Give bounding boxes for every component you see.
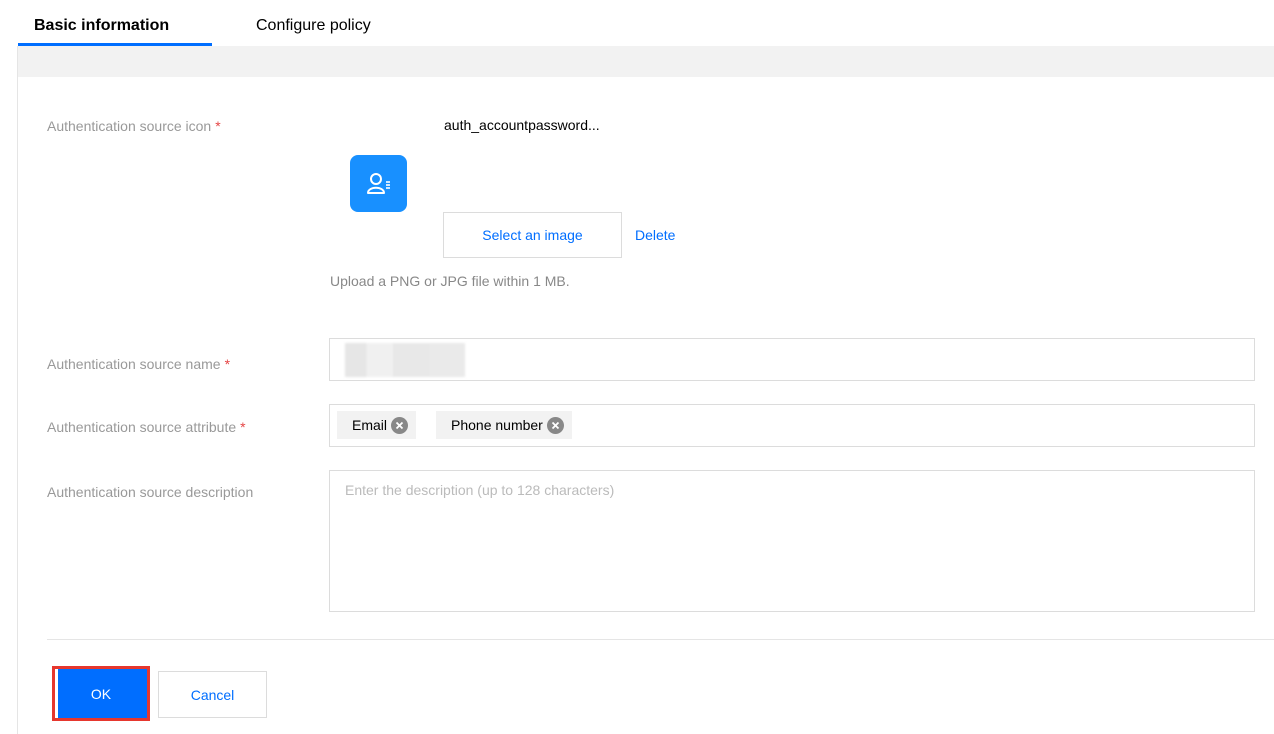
icon-label: Authentication source icon *: [47, 117, 221, 135]
close-icon[interactable]: [546, 416, 564, 434]
ok-button[interactable]: OK: [52, 666, 150, 721]
tag-label: Phone number: [451, 417, 543, 433]
attribute-label: Authentication source attribute *: [47, 418, 246, 436]
attribute-tag-email: Email: [337, 411, 417, 439]
tab-basic-information[interactable]: Basic information: [34, 16, 169, 36]
description-placeholder: Enter the description (up to 128 charact…: [345, 482, 615, 498]
redacted-name-value: [345, 343, 465, 377]
required-mark: *: [215, 118, 221, 134]
name-label-text: Authentication source name: [47, 356, 221, 372]
attribute-label-text: Authentication source attribute: [47, 419, 237, 435]
description-label: Authentication source description: [47, 484, 254, 500]
name-label: Authentication source name *: [47, 355, 230, 373]
tab-bar: Basic information Configure policy: [18, 0, 1274, 46]
required-mark: *: [224, 356, 231, 372]
icon-label-text: Authentication source icon: [47, 118, 212, 134]
close-icon[interactable]: [391, 416, 409, 434]
tab-configure-policy[interactable]: Configure policy: [256, 16, 371, 36]
icon-file-name: auth_accountpassword...: [444, 117, 600, 133]
upload-hint: Upload a PNG or JPG file within 1 MB.: [330, 273, 570, 289]
cancel-button[interactable]: Cancel: [158, 671, 267, 718]
name-input[interactable]: [329, 338, 1255, 381]
user-list-icon: [350, 155, 407, 212]
delete-image-link[interactable]: Delete: [635, 227, 675, 243]
tag-label: Email: [352, 417, 388, 433]
select-image-button[interactable]: Select an image: [443, 212, 622, 258]
footer-divider: [47, 639, 1274, 640]
content-border: [17, 46, 18, 734]
attribute-tag-phone-number: Phone number: [436, 411, 572, 439]
required-mark: *: [240, 419, 246, 435]
header-divider-strip: [18, 46, 1274, 77]
